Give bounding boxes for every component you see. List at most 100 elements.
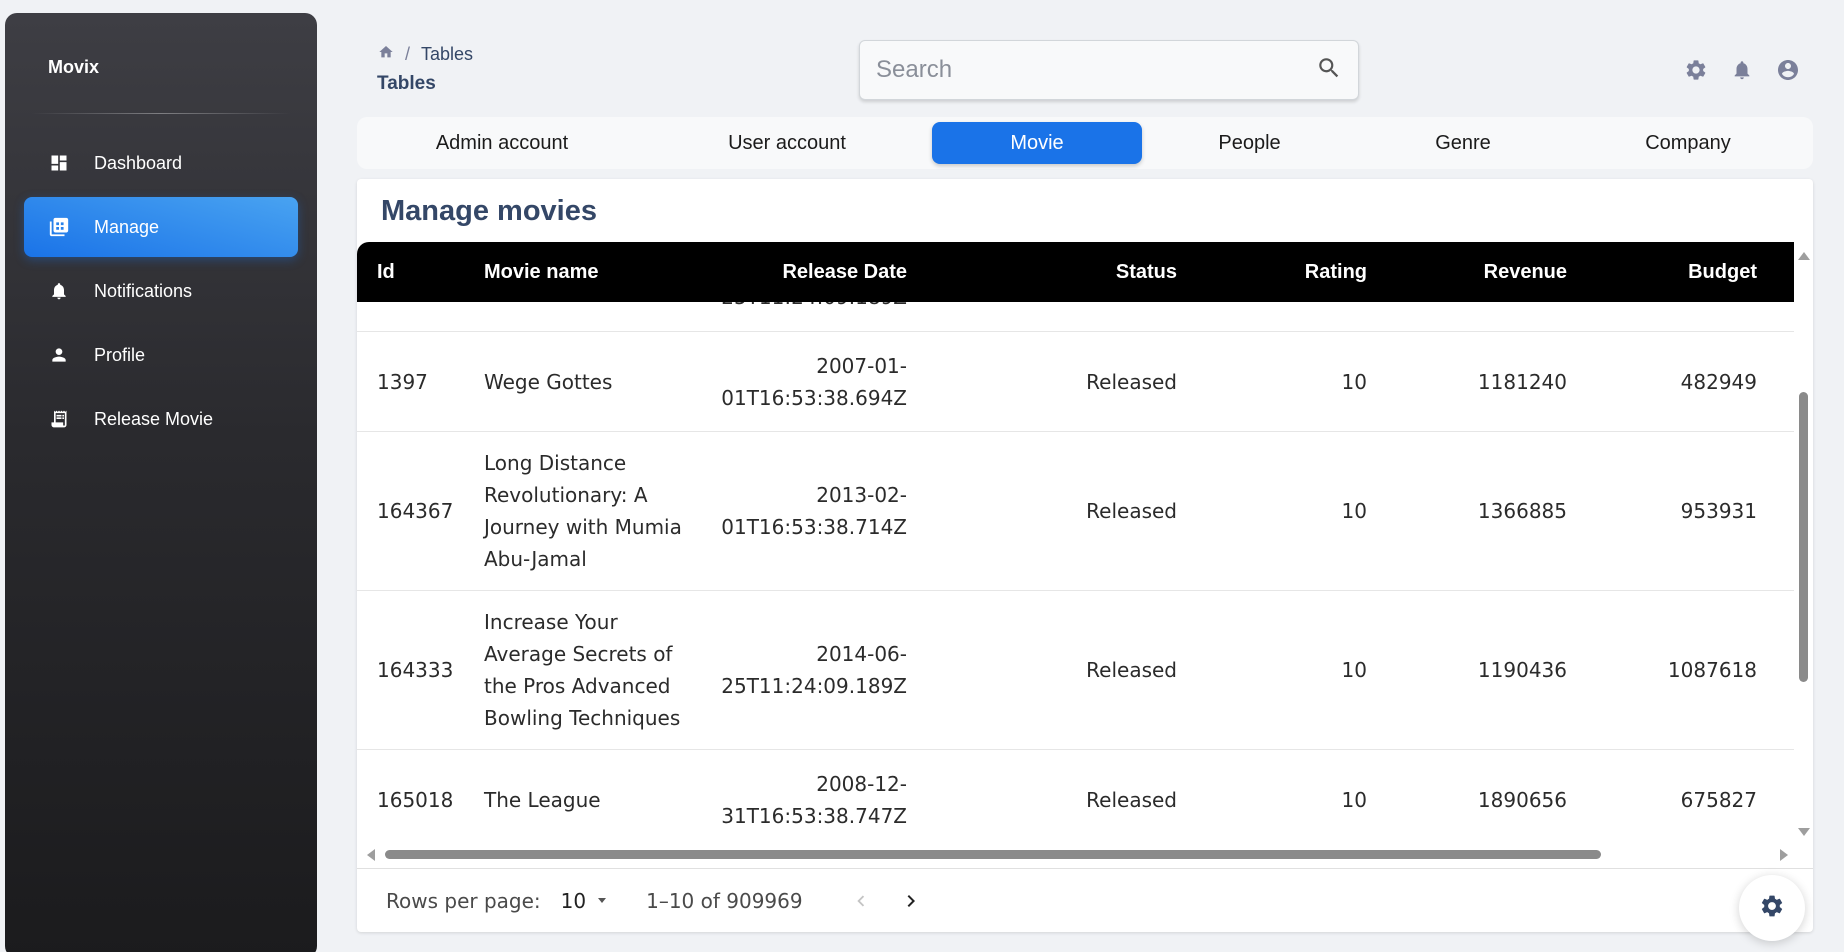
sidebar-item-notifications[interactable]: Notifications [24,261,298,321]
scroll-right-arrow-icon[interactable] [1780,849,1788,861]
cell-release-date: 2013-02-01T16:53:38.714Z [721,483,907,539]
tab-genre[interactable]: Genre [1357,122,1569,164]
horizontal-scroll-thumb[interactable] [385,850,1601,859]
cell-id: 164367 [377,499,454,523]
cell-movie-name: Long Distance Revolutionary: A Journey w… [484,451,682,571]
cell-movie-name: Wege Gottes [484,369,613,394]
tab-company[interactable]: Company [1569,122,1807,164]
entity-tabs: Admin account User account Movie People … [357,117,1813,169]
vertical-scrollbar[interactable] [1794,242,1813,842]
chevron-right-icon [907,894,915,907]
horizontal-scrollbar[interactable] [357,845,1794,864]
cell-release-date: 2008-12-31T16:53:38.747Z [721,771,907,828]
sidebar-item-label: Profile [94,344,146,365]
cell-revenue: 1890656 [1477,787,1567,812]
column-header-revenue[interactable]: Revenue [1437,242,1567,302]
sidebar-divider [31,113,291,114]
chevron-left-icon [856,895,864,906]
cell-budget: 1087618 [1667,658,1757,682]
brand-name[interactable]: Movix [48,57,99,78]
cell-id: 164333 [377,658,454,682]
next-page-button[interactable] [893,883,929,919]
bell-icon[interactable] [1730,58,1754,82]
cell-revenue: 1366885 [1477,499,1567,523]
cell-status: Released [1086,658,1177,682]
table-icon [48,216,70,238]
column-header-release-date[interactable]: Release Date [677,242,907,302]
table-row[interactable]: 164333 Increase Your Average Secrets of … [357,591,1794,750]
sidebar-item-label: Notifications [94,280,193,301]
page-title: Tables [377,73,436,94]
receipt-icon [48,408,70,430]
rows-per-page-select[interactable]: 10 [560,888,607,913]
gear-icon [1759,893,1785,924]
tab-people[interactable]: People [1142,122,1357,164]
bell-icon [48,280,70,302]
cell-release-date: 2014-06-25T11:24:09.189Z [721,642,907,698]
table-pagination: Rows per page: 10 1–10 of 909969 [357,868,1813,932]
dashboard-icon [48,152,70,174]
cell-id: 1397 [377,369,428,394]
card-title: Manage movies [381,195,597,227]
header-actions [1684,58,1800,82]
cell-status: Released [1086,787,1177,812]
sidebar-item-label: Dashboard [94,152,183,173]
previous-page-button[interactable] [843,883,879,919]
movies-table: Id Movie name Release Date Status Rating… [357,242,1813,868]
column-header-id[interactable]: Id [377,242,457,302]
column-header-budget[interactable]: Budget [1617,242,1757,302]
cell-status: Released [1086,369,1177,394]
tab-admin-account[interactable]: Admin account [362,122,642,164]
scroll-up-arrow-icon[interactable] [1798,252,1810,260]
cell-release-date: 2007-01-01T16:53:38.694Z [721,353,907,410]
tab-movie[interactable]: Movie [932,122,1142,164]
cell-movie-name: Increase Your Average Secrets of the Pro… [484,610,681,730]
dropdown-caret-icon [598,898,607,903]
sidebar-nav: Dashboard Manage Notifications Profile R… [24,133,298,453]
search-box [859,40,1359,100]
cell-id: 165018 [377,787,454,812]
pagination-range: 1–10 of 909969 [646,888,803,913]
search-icon[interactable] [1316,55,1342,86]
cell-rating: 10 [1341,787,1367,812]
table-body: 25T11:24:09.189Z 1397 Wege Gottes 2007-0… [357,302,1794,842]
cell-status: Released [1086,499,1177,523]
column-header-rating[interactable]: Rating [1257,242,1367,302]
gear-icon[interactable] [1684,58,1708,82]
rows-per-page-label: Rows per page: [386,888,541,913]
person-icon [48,344,70,366]
sidebar-item-label: Manage [94,216,160,237]
cell-release-date: 25T11:24:09.189Z [677,302,907,331]
cell-budget: 482949 [1680,369,1757,394]
rows-per-page-value: 10 [560,888,587,913]
cell-movie-name: The League [484,787,601,812]
table-row[interactable]: 164367 Long Distance Revolutionary: A Jo… [357,432,1794,591]
sidebar-item-manage[interactable]: Manage [24,197,298,257]
column-header-movie-name[interactable]: Movie name [484,242,699,302]
scroll-down-arrow-icon[interactable] [1798,828,1810,836]
cell-revenue: 1190436 [1477,658,1567,682]
table-row[interactable]: 25T11:24:09.189Z [357,302,1794,332]
home-icon[interactable] [378,44,394,65]
sidebar-item-profile[interactable]: Profile [24,325,298,385]
breadcrumb-current: Tables [421,44,474,64]
sidebar-item-release-movie[interactable]: Release Movie [24,389,298,449]
settings-fab-button[interactable] [1739,875,1805,941]
breadcrumb-separator: / [405,44,411,64]
sidebar: Movix Dashboard Manage Notifications Pro… [5,13,317,952]
table-body-viewport[interactable]: 25T11:24:09.189Z 1397 Wege Gottes 2007-0… [357,302,1794,842]
account-circle-icon[interactable] [1776,58,1800,82]
breadcrumb: / Tables [378,44,473,65]
cell-rating: 10 [1341,369,1367,394]
search-input[interactable] [876,56,1316,84]
scroll-left-arrow-icon[interactable] [367,849,375,861]
cell-rating: 10 [1341,499,1367,523]
column-header-status[interactable]: Status [977,242,1177,302]
tab-user-account[interactable]: User account [642,122,932,164]
cell-budget: 675827 [1680,787,1757,812]
sidebar-item-dashboard[interactable]: Dashboard [24,133,298,193]
table-row[interactable]: 165018 The League 2008-12-31T16:53:38.74… [357,750,1794,842]
table-row[interactable]: 1397 Wege Gottes 2007-01-01T16:53:38.694… [357,332,1794,432]
sidebar-item-label: Release Movie [94,408,214,429]
vertical-scroll-thumb[interactable] [1799,392,1808,682]
